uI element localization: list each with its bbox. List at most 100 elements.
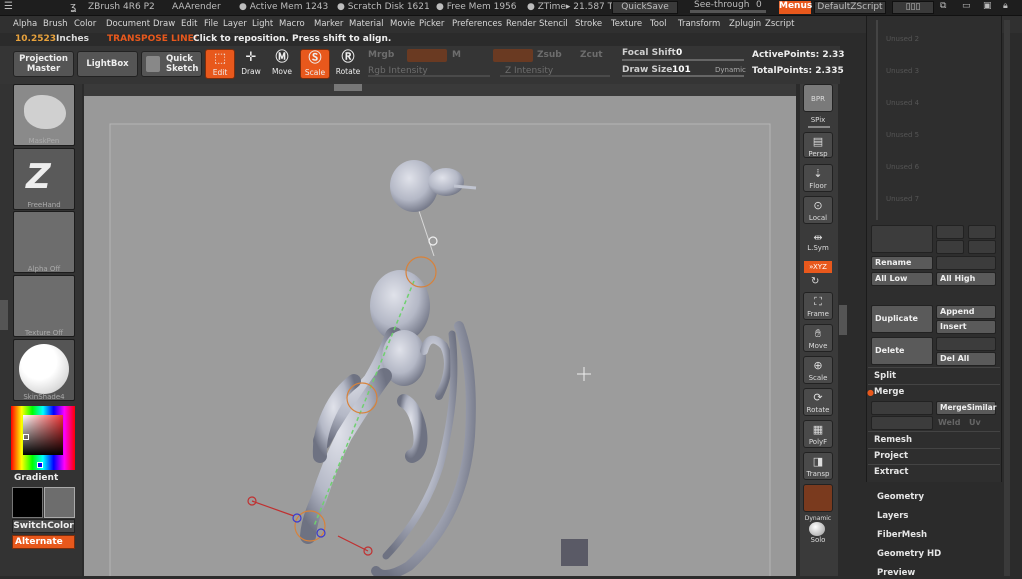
- menu-preferences[interactable]: Preferences: [452, 19, 502, 29]
- menu-material[interactable]: Material: [349, 19, 384, 29]
- zbrush-logo-icon[interactable]: ☰: [4, 1, 13, 12]
- delete-button[interactable]: Delete: [871, 337, 933, 365]
- append-button[interactable]: Append: [936, 305, 996, 319]
- edit-button[interactable]: ⬚ Edit: [205, 49, 235, 79]
- preview-menu[interactable]: Preview: [877, 568, 915, 578]
- menu-alpha[interactable]: Alpha: [13, 19, 37, 29]
- menu-macro[interactable]: Macro: [279, 19, 305, 29]
- see-through-slider[interactable]: [690, 10, 766, 13]
- main-color-swatch[interactable]: [12, 487, 43, 518]
- subtool-list-scrollbar[interactable]: [876, 20, 878, 220]
- close-lock-icon[interactable]: 🔒︎: [1003, 1, 1008, 11]
- transp-button[interactable]: ◨ Transp: [803, 452, 833, 480]
- geometry-menu[interactable]: Geometry: [877, 492, 924, 502]
- subtool-down-button[interactable]: [936, 240, 964, 254]
- menu-movie[interactable]: Movie: [390, 19, 415, 29]
- move-view-button[interactable]: ✋︎ Move: [803, 324, 833, 352]
- scale-view-button[interactable]: ⊕ Scale: [803, 356, 833, 384]
- color-picker-ring[interactable]: [11, 406, 75, 470]
- z-intensity-slider[interactable]: [500, 75, 610, 77]
- local-button[interactable]: ⊙ Local: [803, 196, 833, 224]
- rotate-axis-icon[interactable]: ↻: [811, 276, 819, 287]
- remesh-menu[interactable]: Remesh: [874, 435, 912, 445]
- delete-other-button[interactable]: [936, 337, 996, 351]
- dynamic-toggle[interactable]: Dynamic: [715, 66, 746, 74]
- maximize-icon[interactable]: ▣: [983, 1, 992, 11]
- lsym-button[interactable]: ⇹ L.Sym: [803, 232, 833, 254]
- menu-draw[interactable]: Draw: [153, 19, 175, 29]
- persp-button[interactable]: ▤ Persp: [803, 132, 833, 158]
- merge-menu[interactable]: Merge: [874, 387, 904, 397]
- scale-button[interactable]: Ⓢ Scale: [300, 49, 330, 79]
- menu-edit[interactable]: Edit: [181, 19, 197, 29]
- all-low-button[interactable]: All Low: [871, 272, 933, 286]
- zsub-button[interactable]: Zsub: [537, 50, 562, 60]
- gradient-label[interactable]: Gradient: [14, 473, 58, 483]
- menus-button[interactable]: Menus: [779, 1, 812, 14]
- xyz-button[interactable]: »XYZ: [804, 261, 832, 273]
- menu-layer[interactable]: Layer: [223, 19, 247, 29]
- menu-transform[interactable]: Transform: [678, 19, 720, 29]
- split-menu[interactable]: Split: [874, 371, 896, 381]
- fibermesh-menu[interactable]: FiberMesh: [877, 530, 927, 540]
- subtool-slot[interactable]: Unused 6: [886, 163, 919, 171]
- right-tray-toggle[interactable]: [839, 305, 847, 335]
- menu-zscript[interactable]: Zscript: [765, 19, 795, 29]
- subtool-up-button[interactable]: [936, 225, 964, 239]
- extract-menu[interactable]: Extract: [874, 467, 908, 477]
- draw-button[interactable]: ✛ Draw: [236, 49, 266, 79]
- rotate-view-button[interactable]: ⟳ Rotate: [803, 388, 833, 416]
- menu-texture[interactable]: Texture: [611, 19, 642, 29]
- menu-color[interactable]: Color: [74, 19, 96, 29]
- menu-stencil[interactable]: Stencil: [539, 19, 568, 29]
- weld-toggle[interactable]: Weld: [938, 418, 960, 427]
- menu-stroke[interactable]: Stroke: [575, 19, 602, 29]
- move-button[interactable]: Ⓜ Move: [267, 49, 297, 79]
- minimize-icon[interactable]: ▭: [962, 1, 971, 11]
- subtool-arrow-button[interactable]: [871, 225, 933, 253]
- color-picker-square[interactable]: [23, 415, 63, 455]
- floor-button[interactable]: ⇣ Floor: [803, 164, 833, 192]
- menu-light[interactable]: Light: [252, 19, 273, 29]
- secondary-color-swatch[interactable]: [44, 487, 75, 518]
- subtool-top-button[interactable]: [968, 225, 996, 239]
- uv-toggle[interactable]: Uv: [969, 418, 981, 427]
- geometry-hd-menu[interactable]: Geometry HD: [877, 549, 941, 559]
- zadd-button[interactable]: [493, 49, 533, 62]
- all-high-button[interactable]: All High: [936, 272, 996, 286]
- quick-sketch-button[interactable]: Quick Sketch: [141, 51, 202, 77]
- menu-picker[interactable]: Picker: [419, 19, 444, 29]
- del-all-button[interactable]: Del All: [936, 352, 996, 366]
- menu-file[interactable]: File: [204, 19, 218, 29]
- duplicate-button[interactable]: Duplicate: [871, 305, 933, 333]
- document-canvas[interactable]: [84, 96, 796, 579]
- menu-brush[interactable]: Brush: [43, 19, 68, 29]
- subtool-slot[interactable]: Unused 3: [886, 67, 919, 75]
- material-swatch[interactable]: [13, 339, 75, 401]
- insert-button[interactable]: Insert: [936, 320, 996, 334]
- polyf-button[interactable]: ▦ PolyF: [803, 420, 833, 448]
- menu-zplugin[interactable]: Zplugin: [729, 19, 761, 29]
- canvas-scroll-thumb[interactable]: [334, 84, 362, 91]
- lightbox-button[interactable]: LightBox: [77, 51, 138, 77]
- menu-document[interactable]: Document: [106, 19, 150, 29]
- layers-menu[interactable]: Layers: [877, 511, 908, 521]
- projection-master-button[interactable]: Projection Master: [13, 51, 74, 77]
- subtool-bottom-button[interactable]: [968, 240, 996, 254]
- merge-similar-button[interactable]: MergeSimilar: [936, 401, 996, 415]
- menu-marker[interactable]: Marker: [314, 19, 343, 29]
- menu-tool[interactable]: Tool: [650, 19, 667, 29]
- m-button[interactable]: M: [452, 50, 461, 60]
- texture-swatch[interactable]: [13, 275, 75, 337]
- alpha-swatch[interactable]: [13, 211, 75, 273]
- menu-render[interactable]: Render: [506, 19, 536, 29]
- rgb-intensity-slider[interactable]: [368, 75, 490, 77]
- merge-down-button[interactable]: [871, 401, 933, 415]
- rgb-button[interactable]: [407, 49, 447, 62]
- rotate-button[interactable]: Ⓡ Rotate: [333, 49, 363, 79]
- window-layout-icon[interactable]: ⧉: [940, 1, 946, 11]
- ghost-button[interactable]: [803, 484, 833, 512]
- mrgb-button[interactable]: Mrgb: [368, 50, 394, 60]
- quicksave-button[interactable]: QuickSave: [612, 1, 678, 14]
- frame-button[interactable]: ⛶ Frame: [803, 292, 833, 320]
